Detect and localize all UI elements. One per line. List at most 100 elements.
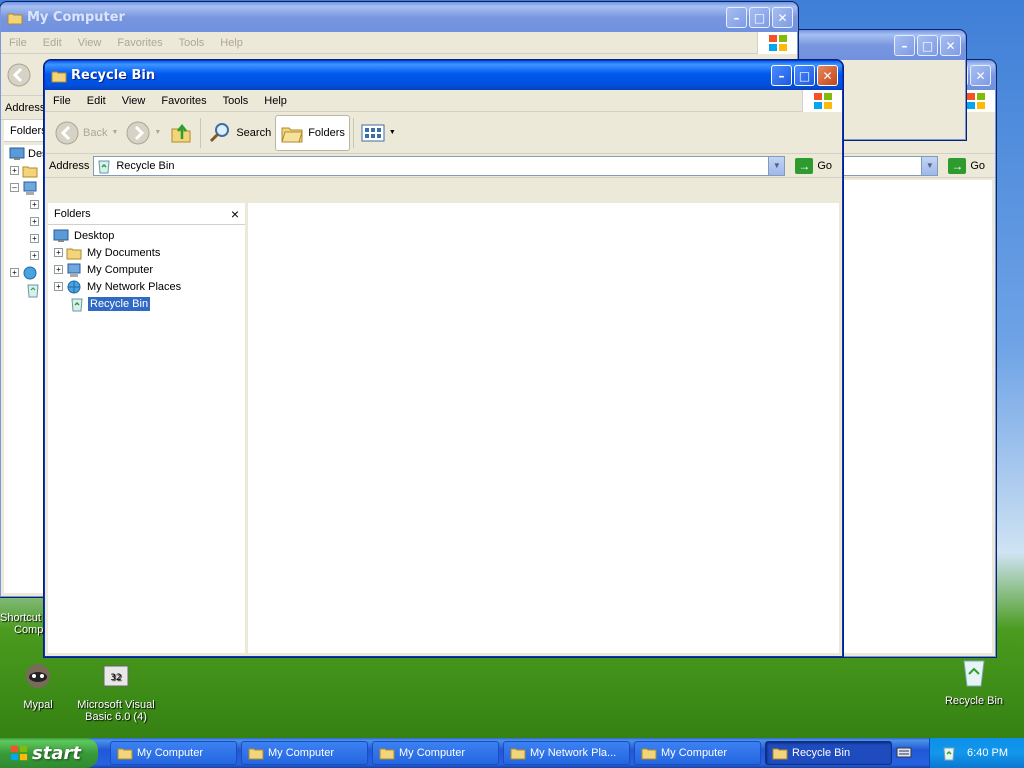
menu-view[interactable]: View [114, 95, 154, 107]
desktop-icon-shortcut[interactable]: Shortcut Comp [0, 596, 46, 636]
back-button[interactable]: Back ▼ [51, 115, 122, 151]
maximize-button[interactable]: □ [794, 65, 815, 86]
up-button[interactable] [165, 115, 197, 151]
start-button[interactable]: start [0, 738, 98, 768]
tree-label: My Documents [87, 246, 161, 259]
toolbar-separator [352, 117, 354, 148]
task-button[interactable]: My Computer [372, 741, 499, 765]
expand-icon[interactable]: + [54, 265, 63, 274]
maximize-button[interactable]: □ [917, 35, 938, 56]
go-button[interactable]: → Go [789, 157, 838, 174]
minimize-button[interactable]: – [726, 7, 747, 28]
tree-item-desktop[interactable]: Desktop [48, 227, 245, 244]
menu-file[interactable]: File [1, 37, 35, 49]
chevron-down-icon[interactable]: ▼ [154, 129, 161, 136]
forward-button[interactable]: ▼ [122, 115, 165, 151]
chevron-down-icon[interactable]: ▼ [921, 156, 938, 175]
desktop-icon-visual-basic[interactable]: 32 Microsoft Visual Basic 6.0 (4) [76, 660, 156, 723]
chevron-down-icon[interactable]: ▼ [389, 129, 396, 136]
main-content: Folders × Desktop + My Documents + My Co… [48, 203, 839, 653]
menubar: File Edit View Favorites Tools Help [45, 90, 842, 112]
task-button[interactable]: My Computer [241, 741, 368, 765]
folder-up-icon [171, 123, 191, 142]
comp-label: Comp [14, 624, 44, 636]
expand-icon[interactable]: + [54, 282, 63, 291]
menu-favorites[interactable]: Favorites [109, 37, 170, 49]
menu-edit[interactable]: Edit [35, 37, 70, 49]
clock[interactable]: 6:40 PM [967, 747, 1008, 759]
go-arrow-icon: → [948, 157, 967, 174]
menu-help[interactable]: Help [256, 95, 295, 107]
tree-item-my-documents[interactable]: + My Documents [48, 244, 245, 261]
expand-icon[interactable]: + [54, 248, 63, 257]
close-icon[interactable]: × [231, 206, 239, 222]
folder-icon [7, 13, 23, 24]
folders-button[interactable]: Folders [275, 114, 350, 151]
tree-label: My Network Places [87, 280, 182, 293]
expand-icon[interactable]: + [30, 251, 39, 260]
expand-icon[interactable]: + [30, 234, 39, 243]
visual-basic-label: Microsoft Visual Basic 6.0 (4) [77, 699, 155, 723]
maximize-button[interactable]: □ [749, 7, 770, 28]
go-button[interactable]: → Go [942, 157, 991, 174]
recycle-tray-icon[interactable] [941, 745, 957, 761]
menu-tools[interactable]: Tools [171, 37, 213, 49]
keyboard-icon[interactable] [896, 745, 912, 759]
bg-window-1-titlebar[interactable]: My Computer – □ ✕ [1, 3, 797, 32]
menu-tools[interactable]: Tools [215, 95, 257, 107]
search-icon [210, 122, 230, 142]
menu-help[interactable]: Help [212, 37, 251, 49]
close-button[interactable]: ✕ [940, 35, 961, 56]
menu-favorites[interactable]: Favorites [153, 95, 214, 107]
minimize-button[interactable]: – [771, 65, 792, 86]
close-button[interactable]: ✕ [772, 7, 793, 28]
desktop-icon-recycle-bin[interactable]: Recycle Bin [934, 656, 1014, 707]
tree-item-recycle-bin[interactable]: Recycle Bin [48, 295, 245, 312]
chevron-down-icon[interactable]: ▼ [768, 156, 785, 175]
collapse-icon[interactable]: – [10, 183, 19, 192]
svg-text:32: 32 [110, 673, 121, 683]
search-button[interactable]: Search [204, 115, 275, 151]
expand-icon[interactable]: + [30, 217, 39, 226]
go-label: Go [970, 159, 985, 172]
task-button[interactable]: My Network Pla... [503, 741, 630, 765]
task-label: My Computer [399, 747, 466, 759]
go-arrow-icon: → [795, 157, 814, 174]
titlebar[interactable]: Recycle Bin – □ ✕ [45, 61, 842, 90]
tree-label: Desktop [74, 229, 115, 242]
minimize-button[interactable]: – [894, 35, 915, 56]
recycle-bin-icon [71, 298, 83, 311]
network-icon [23, 266, 37, 279]
recycle-bin-label: Recycle Bin [944, 695, 1004, 707]
menu-file[interactable]: File [45, 95, 79, 107]
windows-logo-icon [757, 32, 797, 54]
task-button[interactable]: My Computer [110, 741, 237, 765]
back-label: Back [83, 126, 108, 139]
task-button[interactable]: My Computer [634, 741, 761, 765]
toolbar-separator [200, 117, 202, 148]
expand-icon[interactable]: + [10, 166, 19, 175]
expand-icon[interactable]: + [10, 268, 19, 277]
folder-icon [117, 748, 133, 760]
recycle-bin-window[interactable]: Recycle Bin – □ ✕ File Edit View Favorit… [44, 60, 843, 657]
views-button[interactable]: ▼ [357, 115, 400, 151]
desktop-icon-mypal[interactable]: Mypal [0, 660, 78, 711]
close-button[interactable]: ✕ [817, 65, 838, 86]
tree-item-my-network-places[interactable]: + My Network Places [48, 278, 245, 295]
task-button-active[interactable]: Recycle Bin [765, 741, 892, 765]
menu-view[interactable]: View [70, 37, 110, 49]
expand-icon[interactable]: + [30, 200, 39, 209]
folders-pane-header: Folders × [48, 203, 245, 225]
tree-item-my-computer[interactable]: + My Computer [48, 261, 245, 278]
recycle-bin-icon [27, 284, 39, 297]
chevron-down-icon[interactable]: ▼ [111, 129, 118, 136]
window-title: Recycle Bin [71, 68, 156, 83]
taskbar: start My Computer My Computer My Compute… [0, 738, 1024, 768]
folder-icon [248, 748, 264, 760]
back-arrow-icon[interactable] [7, 63, 31, 87]
menu-edit[interactable]: Edit [79, 95, 114, 107]
close-button[interactable]: ✕ [970, 65, 991, 86]
desktop-icon [9, 147, 25, 160]
address-field[interactable]: Recycle Bin ▼ [93, 155, 786, 176]
windows-logo-icon [10, 745, 28, 761]
